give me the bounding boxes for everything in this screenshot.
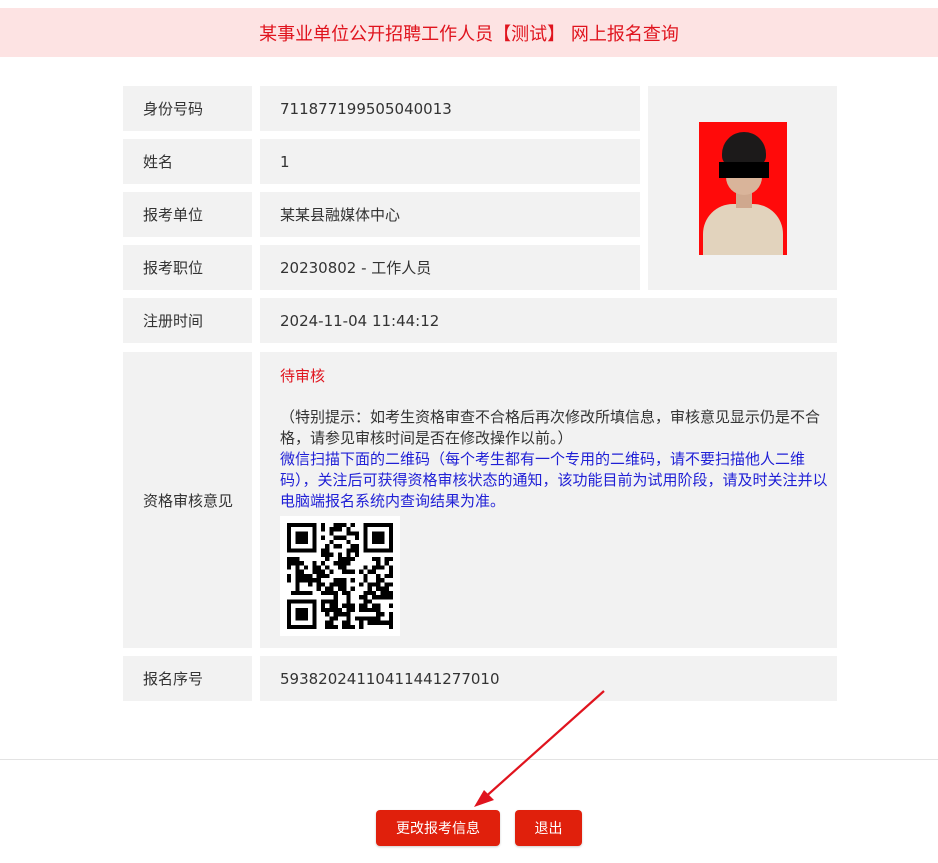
review-panel: 待审核 （特别提示：如考生资格审查不合格后再次修改所填信息，审核意见显示仍是不合… <box>260 352 837 648</box>
id-number-value: 711877199505040013 <box>260 86 640 131</box>
review-label: 资格审核意见 <box>123 352 252 648</box>
exit-button[interactable]: 退出 <box>515 810 582 846</box>
position-value: 20230802 - 工作人员 <box>260 245 640 290</box>
wechat-qr-code[interactable] <box>280 516 400 636</box>
register-time-label: 注册时间 <box>123 298 252 343</box>
unit-value: 某某县融媒体中心 <box>260 192 640 237</box>
wechat-notice: 微信扫描下面的二维码（每个考生都有一个专用的二维码，请不要扫描他人二维码），关注… <box>280 450 828 510</box>
name-value: 1 <box>260 139 640 184</box>
modify-info-button[interactable]: 更改报考信息 <box>376 810 500 846</box>
page-header: 某事业单位公开招聘工作人员【测试】 网上报名查询 <box>0 8 938 57</box>
id-number-label: 身份号码 <box>123 86 252 131</box>
serial-label: 报名序号 <box>123 656 252 701</box>
name-label: 姓名 <box>123 139 252 184</box>
page-title: 某事业单位公开招聘工作人员【测试】 网上报名查询 <box>259 23 679 45</box>
review-tip: （特别提示：如考生资格审查不合格后再次修改所填信息，审核意见显示仍是不合格，请参… <box>280 408 821 447</box>
unit-label: 报考单位 <box>123 192 252 237</box>
review-status: 待审核 <box>280 367 326 385</box>
divider <box>0 759 938 760</box>
serial-value: 59382024110411441277010 <box>260 656 837 701</box>
position-label: 报考职位 <box>123 245 252 290</box>
photo-container <box>648 86 837 290</box>
applicant-photo <box>698 121 787 255</box>
register-time-value: 2024-11-04 11:44:12 <box>260 298 837 343</box>
